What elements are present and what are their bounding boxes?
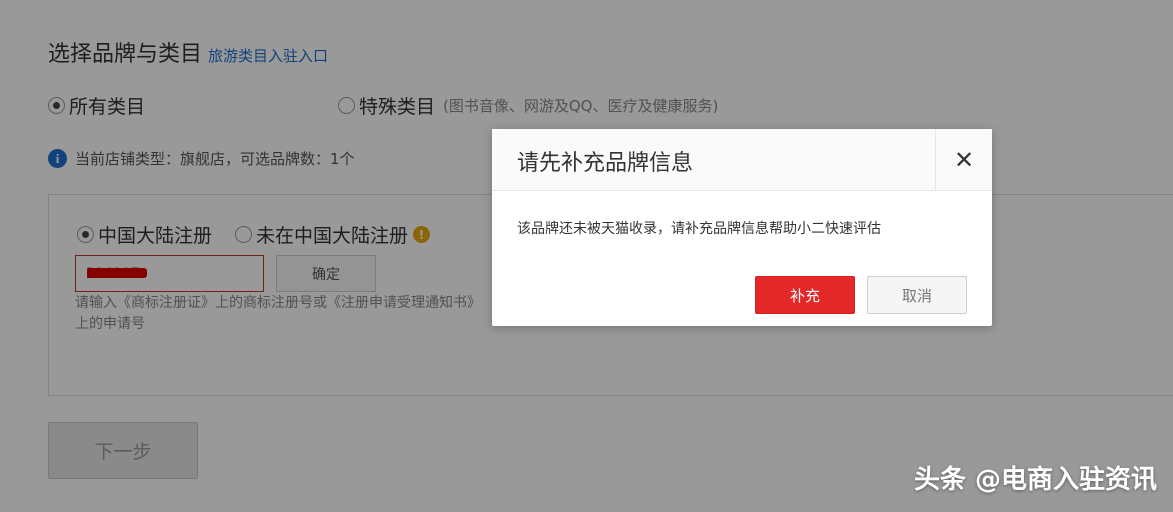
cancel-button[interactable]: 取消 xyxy=(867,276,967,314)
dialog-title: 请先补充品牌信息 xyxy=(517,151,694,176)
supplement-brand-dialog: 请先补充品牌信息 ✕ 该品牌还未被天猫收录，请补充品牌信息帮助小二快速评估 补充… xyxy=(492,129,992,326)
dialog-message: 该品牌还未被天猫收录，请补充品牌信息帮助小二快速评估 xyxy=(517,221,881,237)
watermark: 头条 @电商入驻资讯 xyxy=(913,465,1157,495)
close-icon[interactable]: ✕ xyxy=(935,129,992,191)
supplement-button[interactable]: 补充 xyxy=(755,276,855,314)
dialog-header: 请先补充品牌信息 ✕ xyxy=(492,129,992,191)
